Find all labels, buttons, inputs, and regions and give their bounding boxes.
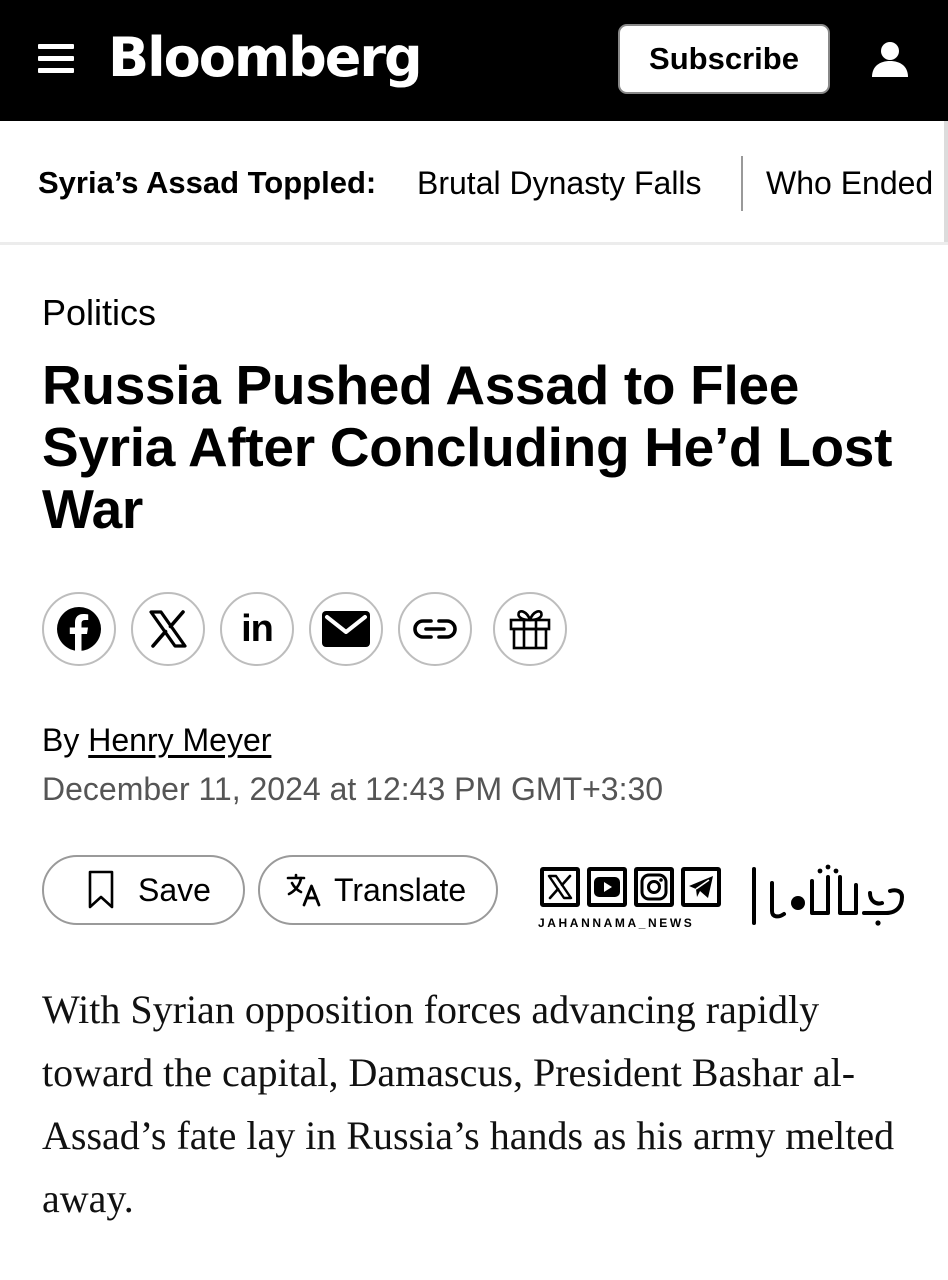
article-lede: With Syrian opposition forces advancing … [42,987,895,1221]
facebook-icon [57,607,101,651]
user-account-icon[interactable] [870,40,910,78]
subscribe-button[interactable]: Subscribe [618,24,830,94]
byline-prefix: By [42,722,80,758]
x-icon [149,610,187,648]
youtube-icon [587,867,627,907]
save-label: Save [138,872,211,908]
watermark-handle: JAHANNAMA_NEWS [538,916,695,930]
category-link[interactable]: Politics [42,290,156,336]
article-headline: Russia Pushed Assad to Flee Syria After … [42,354,893,540]
linkedin-icon: in [241,608,274,650]
channel-watermark: JAHANNAMA_NEWS [538,863,908,933]
save-button[interactable]: Save [42,855,245,925]
author-link[interactable]: Henry Meyer [88,722,271,758]
copy-link-button[interactable] [398,592,472,666]
facebook-share-button[interactable] [42,592,116,666]
bookmark-icon [88,870,114,909]
email-icon [322,611,370,647]
email-share-button[interactable] [309,592,383,666]
ticker-link-who-ended[interactable]: Who Ended [766,163,933,203]
byline: By Henry Meyer [42,720,271,760]
x-icon [540,867,580,907]
jahannama-logo [752,864,905,926]
linkedin-share-button[interactable]: in [220,592,294,666]
scrollbar[interactable] [944,121,948,242]
translate-icon [286,873,321,907]
ticker-link-dynasty[interactable]: Brutal Dynasty Falls [417,163,702,203]
gift-icon [509,610,551,650]
telegram-icon [681,867,721,907]
translate-button[interactable]: Translate [258,855,498,925]
hamburger-menu-icon[interactable] [38,44,74,74]
bloomberg-logo[interactable]: Bloomberg [108,22,423,94]
ticker-divider [741,156,743,211]
x-share-button[interactable] [131,592,205,666]
translate-label: Translate [334,872,467,908]
link-icon [413,619,457,639]
instagram-icon [634,867,674,907]
publish-date: December 11, 2024 at 12:43 PM GMT+3:30 [42,771,664,807]
gift-article-button[interactable] [493,592,567,666]
top-navigation-bar: Bloomberg Subscribe [0,0,948,121]
breaking-news-ticker: Syria’s Assad Toppled: Brutal Dynasty Fa… [0,121,948,245]
ticker-label: Syria’s Assad Toppled: [38,165,377,200]
